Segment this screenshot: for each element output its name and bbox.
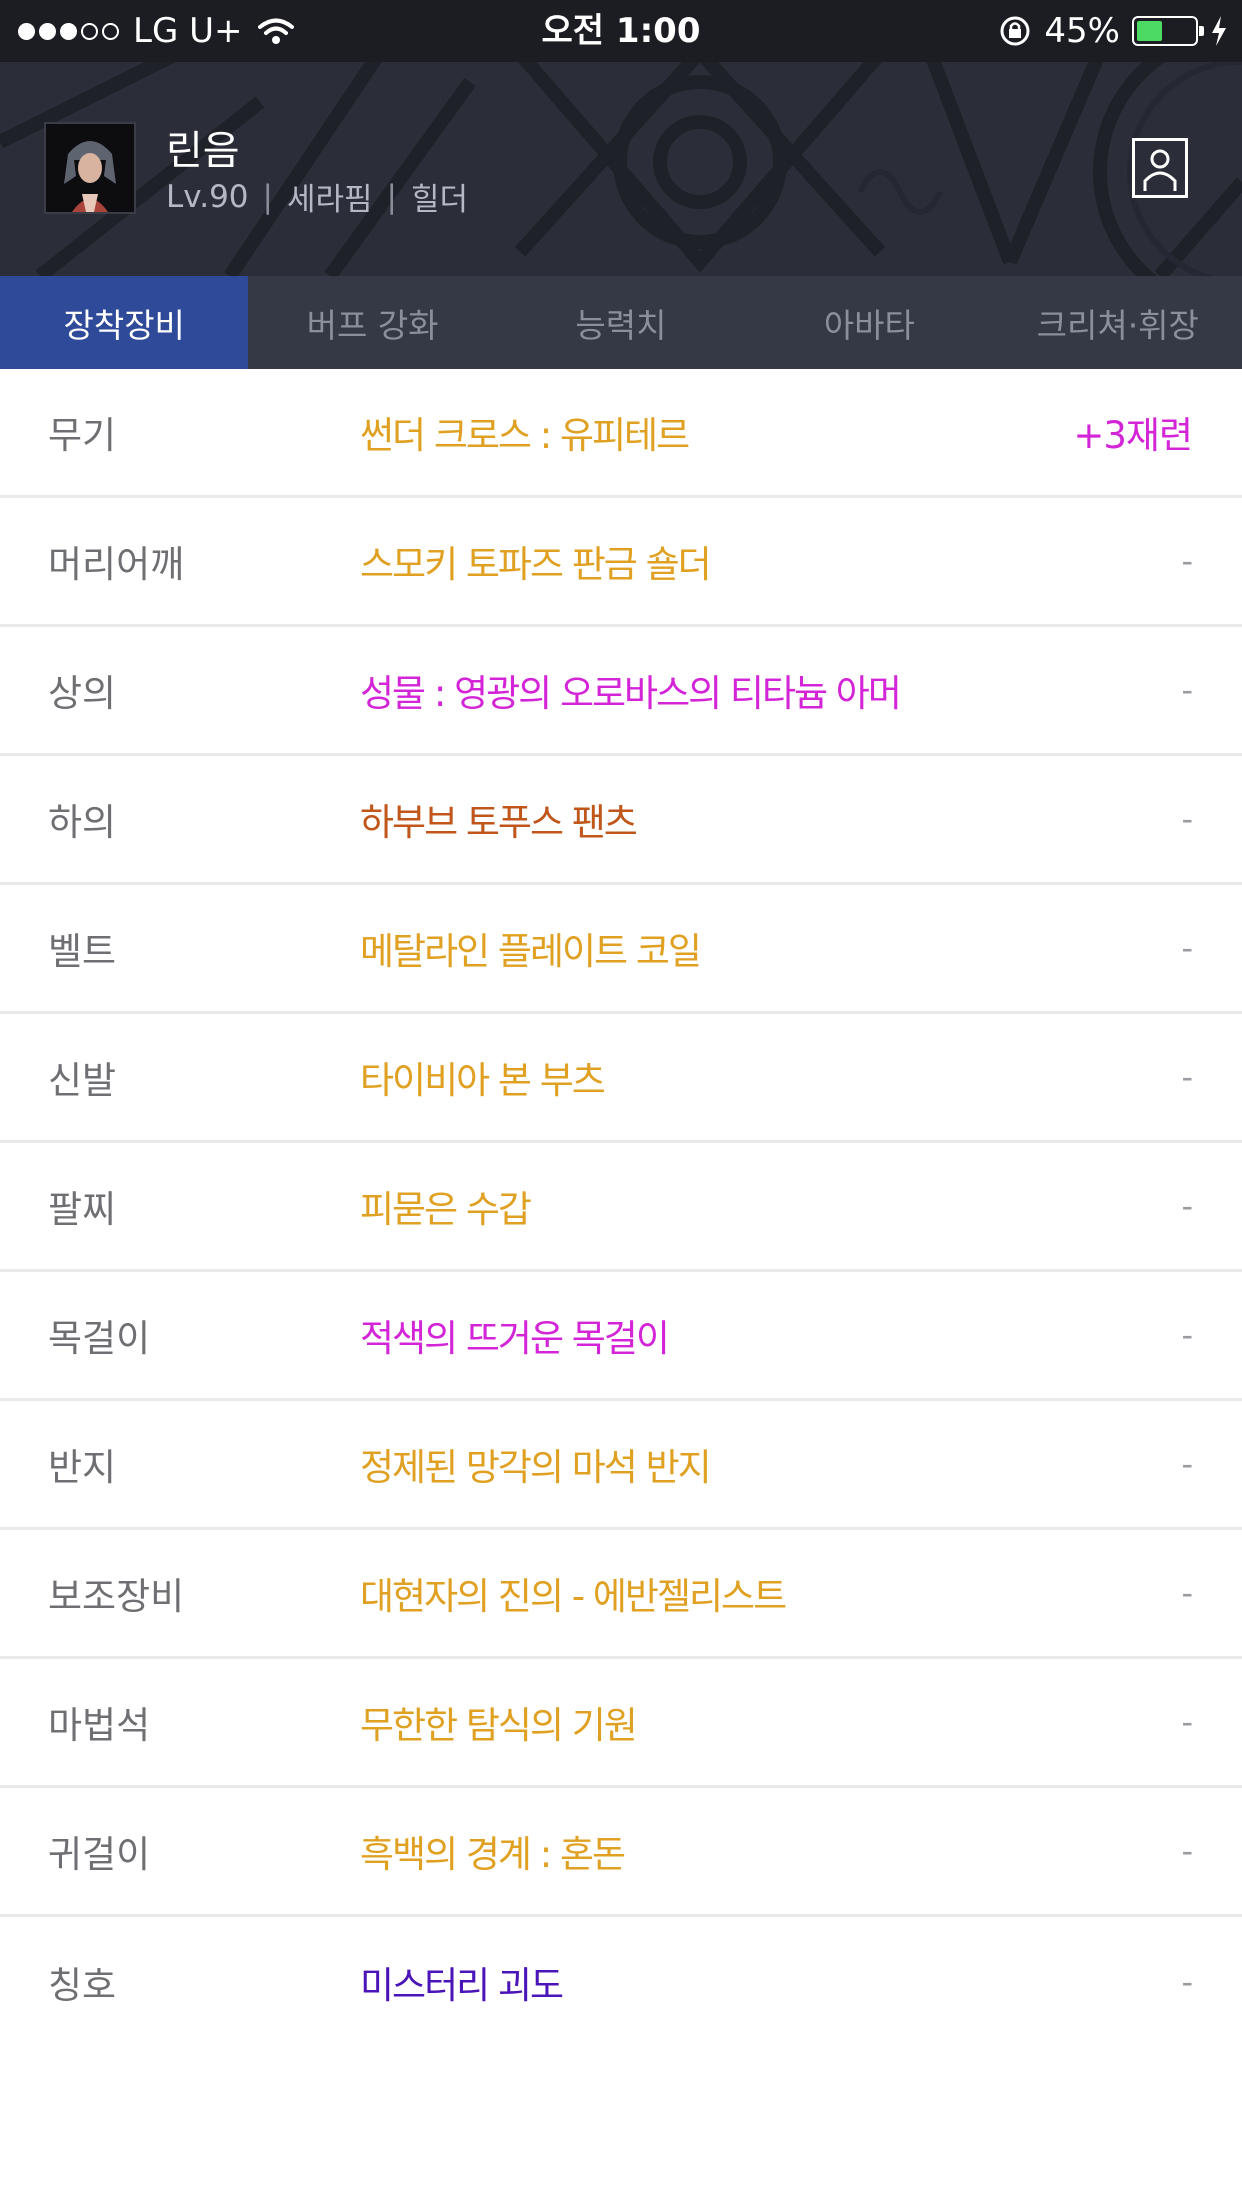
equipment-row-magic-stone[interactable]: 마법석 무한한 탐식의 기원 - <box>0 1659 1242 1788</box>
tab-creature-emblem[interactable]: 크리쳐·휘장 <box>994 276 1242 369</box>
equipment-row-shoes[interactable]: 신발 타이비아 본 부츠 - <box>0 1014 1242 1143</box>
equipment-row-earring[interactable]: 귀걸이 흑백의 경계 : 혼돈 - <box>0 1788 1242 1917</box>
slot-label: 마법석 <box>48 1704 151 1747</box>
enhance-value: - <box>1181 1574 1193 1612</box>
tab-equipment[interactable]: 장착장비 <box>0 276 249 369</box>
slot-label: 귀걸이 <box>48 1833 151 1876</box>
battery-cap <box>1199 26 1204 36</box>
character-server: 세라핌 <box>286 182 373 218</box>
tab-buff-enhance[interactable]: 버프 강화 <box>248 276 496 369</box>
equipment-row-ring[interactable]: 반지 정제된 망각의 마석 반지 - <box>0 1401 1242 1530</box>
item-name: 대현자의 진의 - 에반젤리스트 <box>360 1575 787 1618</box>
enhance-value: - <box>1181 1187 1193 1225</box>
slot-label: 칭호 <box>48 1963 117 2007</box>
slot-label: 벨트 <box>48 930 117 973</box>
enhance-value: - <box>1181 929 1193 967</box>
slot-label: 무기 <box>48 414 117 457</box>
item-name: 흑백의 경계 : 혼돈 <box>360 1833 626 1876</box>
character-name: 린음 <box>166 128 240 174</box>
enhance-value: - <box>1181 542 1193 580</box>
character-portrait <box>46 124 134 212</box>
charging-bolt-icon <box>1212 16 1226 46</box>
enhance-value: - <box>1181 1962 1193 2001</box>
slot-label: 팔찌 <box>48 1188 117 1231</box>
enhance-value: - <box>1181 1703 1193 1741</box>
character-level: Lv.90 <box>166 178 249 215</box>
slot-label: 반지 <box>48 1446 117 1489</box>
item-name: 무한한 탐식의 기원 <box>360 1704 638 1747</box>
character-header: 린음 Lv.90 | 세라핌 | 힐더 <box>0 62 1242 276</box>
avatar <box>44 122 136 214</box>
enhance-value: - <box>1181 800 1193 838</box>
item-name: 메탈라인 플레이트 코일 <box>360 930 702 973</box>
battery-fill <box>1137 21 1163 41</box>
character-job: 힐더 <box>410 182 469 218</box>
slot-label: 하의 <box>48 801 117 844</box>
battery-percent: 45% <box>1044 11 1120 51</box>
battery-icon <box>1132 16 1204 46</box>
equipment-row-top[interactable]: 상의 성물 : 영광의 오로바스의 티타늄 아머 - <box>0 627 1242 756</box>
enhance-value: - <box>1181 1316 1193 1354</box>
slot-label: 목걸이 <box>48 1317 151 1360</box>
enhance-value: - <box>1181 1445 1193 1483</box>
tab-avatar[interactable]: 아바타 <box>745 276 993 369</box>
item-name: 타이비아 본 부츠 <box>360 1059 606 1102</box>
item-name: 적색의 뜨거운 목걸이 <box>360 1317 670 1360</box>
item-name: 썬더 크로스 : 유피테르 <box>360 414 690 457</box>
person-icon <box>1143 149 1177 191</box>
item-name: 성물 : 영광의 오로바스의 티타늄 아머 <box>360 672 902 715</box>
equipment-row-bracelet[interactable]: 팔찌 피묻은 수갑 - <box>0 1143 1242 1272</box>
separator: | <box>262 178 273 215</box>
tab-bar: 장착장비 버프 강화 능력치 아바타 크리쳐·휘장 <box>0 276 1242 369</box>
item-name: 스모키 토파즈 판금 숄더 <box>360 543 712 586</box>
equipment-row-support[interactable]: 보조장비 대현자의 진의 - 에반젤리스트 - <box>0 1530 1242 1659</box>
item-name: 피묻은 수갑 <box>360 1188 532 1231</box>
slot-label: 상의 <box>48 672 117 715</box>
enhance-value: +3재련 <box>1073 414 1193 457</box>
item-name: 미스터리 괴도 <box>360 1963 564 2007</box>
character-info: Lv.90 | 세라핌 | 힐더 <box>166 174 468 219</box>
equipment-list: 무기 썬더 크로스 : 유피테르 +3재련 머리어깨 스모키 토파즈 판금 숄더… <box>0 369 1242 2046</box>
item-name: 정제된 망각의 마석 반지 <box>360 1446 712 1489</box>
slot-label: 머리어깨 <box>48 543 185 586</box>
equipment-row-belt[interactable]: 벨트 메탈라인 플레이트 코일 - <box>0 885 1242 1014</box>
slot-label: 신발 <box>48 1059 117 1102</box>
tab-stats[interactable]: 능력치 <box>497 276 745 369</box>
profile-button[interactable] <box>1132 138 1188 198</box>
enhance-value: - <box>1181 671 1193 709</box>
enhance-value: - <box>1181 1832 1193 1870</box>
status-bar: LG U+ 오전 1:00 45% <box>0 0 1242 62</box>
slot-label: 보조장비 <box>48 1575 185 1618</box>
equipment-row-weapon[interactable]: 무기 썬더 크로스 : 유피테르 +3재련 <box>0 369 1242 498</box>
equipment-row-shoulder[interactable]: 머리어깨 스모키 토파즈 판금 숄더 - <box>0 498 1242 627</box>
separator: | <box>386 178 397 215</box>
item-name: 하부브 토푸스 팬츠 <box>360 801 638 844</box>
equipment-row-bottom[interactable]: 하의 하부브 토푸스 팬츠 - <box>0 756 1242 885</box>
equipment-row-necklace[interactable]: 목걸이 적색의 뜨거운 목걸이 - <box>0 1272 1242 1401</box>
rotation-lock-icon <box>1000 16 1030 46</box>
enhance-value: - <box>1181 1058 1193 1096</box>
status-right: 45% <box>998 0 1228 62</box>
equipment-row-title[interactable]: 칭호 미스터리 괴도 - <box>0 1917 1242 2046</box>
